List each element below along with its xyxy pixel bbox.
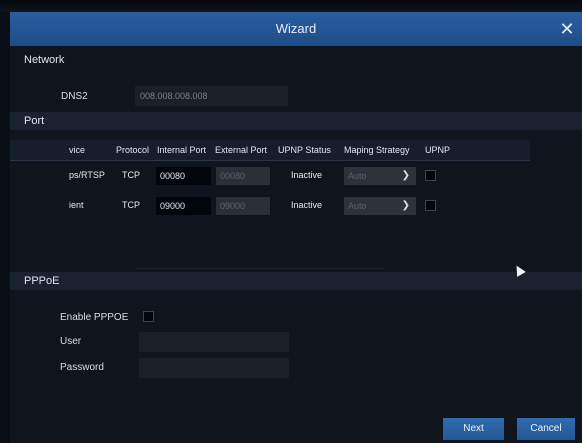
wizard-title: Wizard bbox=[275, 21, 317, 36]
cancel-button[interactable]: Cancel bbox=[517, 418, 575, 440]
column-upnp-status: UPNP Status bbox=[278, 145, 331, 155]
screen: Wizard ✕ Network DNS2 008.008.008.008 Po… bbox=[0, 0, 582, 443]
pppoe-section-label: PPPoE bbox=[24, 275, 60, 287]
dns2-label: DNS2 bbox=[61, 91, 88, 102]
pppoe-section-bar: PPPoE bbox=[10, 272, 582, 290]
column-external-port: External Port bbox=[215, 145, 268, 155]
external-port-input[interactable]: 09000 bbox=[216, 197, 270, 215]
password-field[interactable] bbox=[139, 358, 289, 378]
enable-pppoe-checkbox[interactable] bbox=[143, 311, 154, 322]
dns2-field[interactable]: 008.008.008.008 bbox=[135, 86, 288, 106]
external-port-input[interactable]: 00080 bbox=[216, 167, 270, 185]
network-section-label: Network bbox=[24, 54, 65, 66]
password-label: Password bbox=[60, 362, 104, 373]
column-upnp: UPNP bbox=[425, 145, 451, 155]
maping-strategy-value: Auto bbox=[348, 201, 367, 211]
maping-strategy-select[interactable]: Auto ❯ bbox=[344, 197, 416, 215]
upnp-status-cell: Inactive bbox=[291, 200, 323, 210]
internal-port-input[interactable]: 00080 bbox=[156, 167, 211, 185]
maping-strategy-value: Auto bbox=[348, 171, 367, 181]
column-internal-port: Internal Port bbox=[157, 145, 207, 155]
port-section-bar: Port bbox=[10, 112, 582, 130]
maping-strategy-select[interactable]: Auto ❯ bbox=[344, 167, 416, 185]
wizard-panel: Network DNS2 008.008.008.008 Port vice P… bbox=[10, 46, 582, 443]
divider bbox=[135, 268, 385, 269]
chevron-down-icon: ❯ bbox=[401, 170, 410, 181]
port-section-label: Port bbox=[24, 115, 45, 127]
close-icon[interactable]: ✕ bbox=[556, 17, 578, 41]
user-field[interactable] bbox=[139, 332, 289, 352]
column-protocol: Protocol bbox=[116, 145, 150, 155]
monitor-bezel bbox=[0, 0, 582, 12]
protocol-cell: TCP bbox=[122, 170, 140, 180]
column-maping-strategy: Maping Strategy bbox=[344, 145, 410, 155]
upnp-checkbox[interactable] bbox=[425, 200, 436, 211]
internal-port-input[interactable]: 09000 bbox=[156, 197, 211, 215]
upnp-status-cell: Inactive bbox=[291, 170, 323, 180]
upnp-checkbox[interactable] bbox=[425, 170, 436, 181]
service-cell: ps/RTSP bbox=[69, 170, 105, 180]
service-cell: ient bbox=[69, 200, 84, 210]
enable-pppoe-label: Enable PPPOE bbox=[60, 312, 129, 323]
chevron-down-icon: ❯ bbox=[401, 200, 410, 211]
wizard-title-bar: Wizard ✕ bbox=[10, 12, 582, 46]
port-table-header: vice Protocol Internal Port External Por… bbox=[10, 140, 530, 161]
user-label: User bbox=[60, 336, 82, 347]
protocol-cell: TCP bbox=[122, 200, 140, 210]
next-button[interactable]: Next bbox=[443, 418, 504, 440]
column-service: vice bbox=[69, 145, 86, 155]
